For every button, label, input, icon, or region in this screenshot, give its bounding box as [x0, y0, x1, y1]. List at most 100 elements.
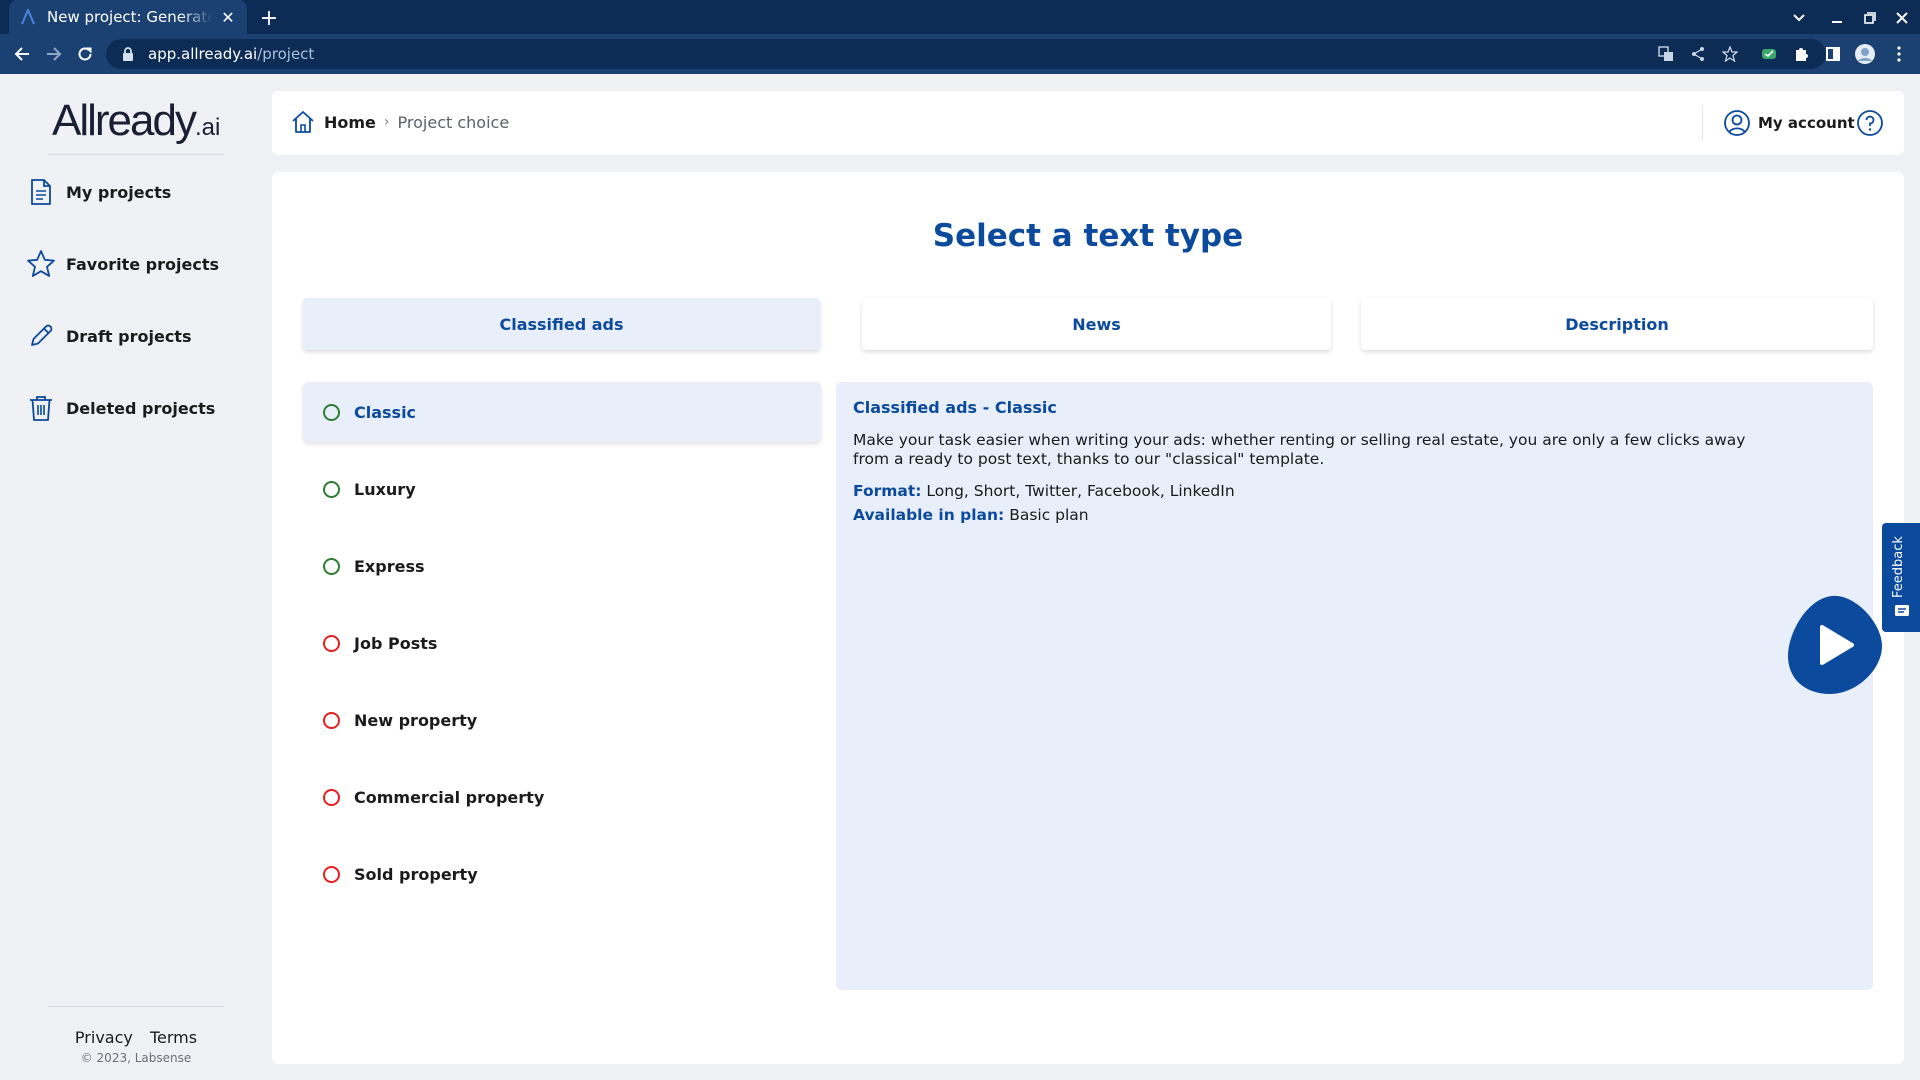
- footer-divider: [48, 1006, 224, 1007]
- option-label: Luxury: [354, 479, 416, 499]
- user-circle-icon: [1724, 110, 1750, 136]
- header-bar: Home › Project choice My account: [272, 91, 1904, 155]
- my-account-label: My account: [1758, 114, 1855, 132]
- option-job-posts[interactable]: Job Posts: [303, 613, 821, 673]
- puzzle-extensions-icon[interactable]: [1790, 43, 1812, 65]
- document-icon: [26, 177, 56, 207]
- sidebar-nav: My projects Favorite projects Draft proj…: [26, 178, 266, 466]
- breadcrumb-current: Project choice: [397, 112, 510, 132]
- option-label: Job Posts: [354, 633, 438, 653]
- status-radio-green: [323, 480, 340, 498]
- option-commercial-property[interactable]: Commercial property: [303, 767, 821, 827]
- option-classic[interactable]: Classic: [303, 382, 821, 442]
- browser-tab-bar: New project: Generate co ✕ +: [0, 0, 1920, 34]
- forward-arrow-icon[interactable]: [41, 41, 67, 67]
- option-express[interactable]: Express: [303, 536, 821, 596]
- status-radio-green: [323, 557, 340, 575]
- lock-icon: [122, 47, 136, 61]
- allready-favicon-icon: [19, 8, 37, 26]
- terms-link[interactable]: Terms: [150, 1028, 197, 1047]
- format-value: Long, Short, Twitter, Facebook, LinkedIn: [921, 482, 1235, 500]
- trash-icon: [26, 393, 56, 423]
- browser-menu-icon[interactable]: [1888, 43, 1910, 65]
- sidebar-item-label: My projects: [66, 182, 172, 202]
- sidebar-item-label: Favorite projects: [66, 254, 219, 274]
- detail-plan-row: Available in plan: Basic plan: [853, 503, 1856, 527]
- status-radio-red: [323, 788, 340, 806]
- copyright-text: © 2023, Labsense: [80, 1051, 192, 1065]
- option-label: Sold property: [354, 864, 478, 884]
- plan-value: Basic plan: [1004, 506, 1089, 524]
- sidebar-item-deleted-projects[interactable]: Deleted projects: [26, 394, 266, 422]
- sidebar-item-label: Deleted projects: [66, 398, 216, 418]
- privacy-link[interactable]: Privacy: [75, 1028, 133, 1047]
- close-tab-icon[interactable]: ✕: [219, 8, 237, 27]
- status-radio-red: [323, 711, 340, 729]
- template-option-list: Classic Luxury Express Job Posts New pro…: [303, 382, 821, 921]
- pencil-icon: [26, 321, 56, 351]
- option-new-property[interactable]: New property: [303, 690, 821, 750]
- bookmark-star-icon[interactable]: [1719, 43, 1741, 65]
- sidebar-item-my-projects[interactable]: My projects: [26, 178, 266, 206]
- new-tab-icon[interactable]: +: [256, 5, 282, 31]
- breadcrumb: Home › Project choice: [290, 109, 509, 135]
- option-label: Commercial property: [354, 787, 545, 807]
- back-arrow-icon[interactable]: [9, 41, 35, 67]
- star-icon: [26, 249, 56, 279]
- minimize-icon[interactable]: [1824, 5, 1850, 31]
- logo-divider: [48, 154, 224, 155]
- share-icon[interactable]: [1687, 43, 1709, 65]
- option-label: New property: [354, 710, 478, 730]
- option-sold-property[interactable]: Sold property: [303, 844, 821, 904]
- sidebar: Allready .ai My projects Favorite project…: [0, 74, 272, 1080]
- sidebar-item-label: Draft projects: [66, 326, 192, 346]
- browser-tab[interactable]: New project: Generate co ✕: [9, 0, 247, 34]
- status-radio-red: [323, 865, 340, 883]
- tab-news[interactable]: News: [862, 298, 1331, 350]
- sidebar-item-favorite-projects[interactable]: Favorite projects: [26, 250, 266, 278]
- allready-logo[interactable]: Allready .ai: [52, 96, 221, 145]
- home-icon[interactable]: [290, 109, 316, 135]
- play-video-button[interactable]: [1786, 594, 1884, 696]
- browser-toolbar: app.allready.ai/project: [0, 34, 1920, 74]
- side-panel-icon[interactable]: [1822, 43, 1844, 65]
- browser-tab-title: New project: Generate co: [47, 8, 213, 26]
- profile-avatar-icon[interactable]: [1854, 43, 1876, 65]
- extension-icon[interactable]: [1758, 43, 1780, 65]
- template-detail-panel: Classified ads - Classic Make your task …: [836, 382, 1873, 990]
- help-icon[interactable]: [1856, 109, 1884, 137]
- url-bar[interactable]: app.allready.ai/project: [106, 39, 1826, 69]
- project-choice-panel: Select a text type Classified ads News D…: [272, 172, 1904, 1064]
- tab-search-icon[interactable]: [1786, 5, 1812, 31]
- reload-icon[interactable]: [72, 41, 98, 67]
- tab-classified-ads[interactable]: Classified ads: [303, 298, 820, 350]
- my-account-button[interactable]: My account: [1723, 109, 1855, 137]
- restore-icon[interactable]: [1857, 5, 1883, 31]
- plan-key: Available in plan:: [853, 506, 1005, 524]
- sidebar-item-draft-projects[interactable]: Draft projects: [26, 322, 266, 350]
- url-path: /project: [257, 45, 315, 63]
- close-window-icon[interactable]: [1889, 5, 1915, 31]
- feedback-label: Feedback: [1891, 536, 1906, 598]
- option-label: Express: [354, 556, 425, 576]
- feedback-tab[interactable]: Feedback: [1882, 523, 1920, 632]
- detail-title: Classified ads - Classic: [853, 398, 1057, 417]
- breadcrumb-separator: ›: [383, 114, 390, 130]
- translate-icon[interactable]: [1655, 43, 1677, 65]
- format-key: Format:: [853, 482, 922, 500]
- logo-main-text: Allready: [52, 96, 197, 145]
- option-label: Classic: [354, 402, 417, 422]
- tab-description[interactable]: Description: [1361, 298, 1873, 350]
- feedback-chat-icon: [1895, 605, 1909, 616]
- logo-tld-text: .ai: [194, 114, 221, 141]
- breadcrumb-home[interactable]: Home: [324, 113, 376, 132]
- detail-format-row: Format: Long, Short, Twitter, Facebook, …: [853, 479, 1856, 503]
- page-title: Select a text type: [932, 218, 1244, 254]
- header-divider: [1702, 105, 1703, 141]
- status-radio-green: [323, 403, 340, 421]
- sidebar-footer: Privacy Terms © 2023, Labsense: [0, 1028, 272, 1065]
- status-radio-red: [323, 634, 340, 652]
- option-luxury[interactable]: Luxury: [303, 459, 821, 519]
- detail-description: Make your task easier when writing your …: [853, 431, 1746, 468]
- url-host: app.allready.ai: [148, 45, 258, 63]
